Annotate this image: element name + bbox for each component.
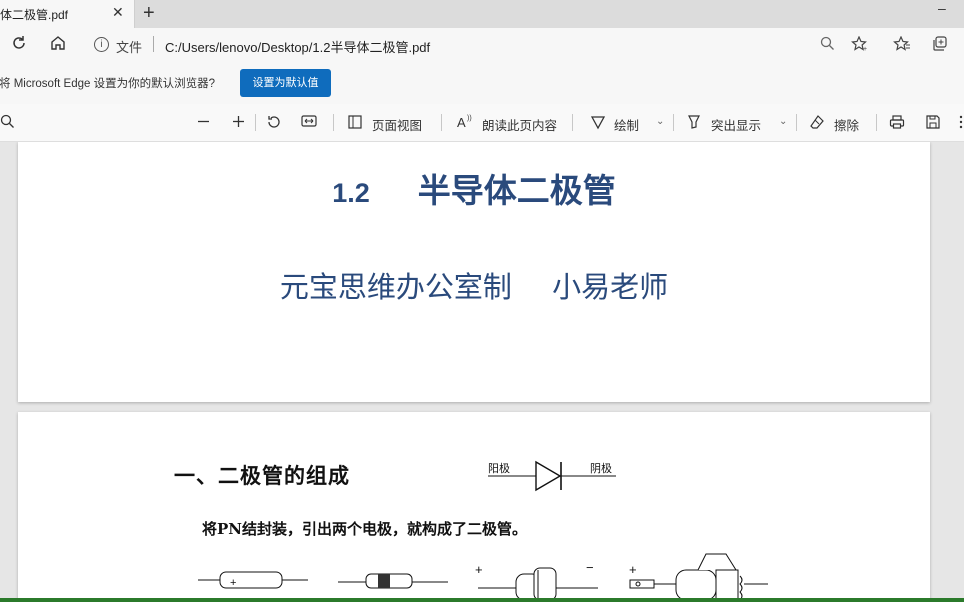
page-view-button[interactable]: 页面视图 [372, 115, 422, 134]
draw-button[interactable]: 绘制 [614, 115, 639, 134]
home-icon[interactable] [49, 34, 67, 57]
svg-text:+: + [863, 46, 867, 52]
draw-icon[interactable] [590, 114, 606, 133]
favorites-icon[interactable] [893, 35, 911, 55]
title-number: 1.2 [332, 178, 370, 208]
divider [153, 36, 154, 52]
diode-package-4 [629, 553, 768, 601]
divider [673, 114, 674, 131]
pdf-toolbar: 页面视图 A)) 朗读此页内容 绘制 ⌄ 突出显示 ⌄ 擦除 [0, 104, 964, 142]
save-icon[interactable] [925, 114, 941, 133]
close-icon[interactable]: ✕ [112, 4, 124, 21]
zoom-out-icon[interactable] [196, 114, 211, 132]
svg-text:A: A [457, 115, 466, 130]
svg-text:)): )) [467, 115, 472, 122]
page-view-icon[interactable] [347, 114, 363, 133]
zoom-in-icon[interactable] [231, 114, 246, 132]
pdf-viewer[interactable]: 1.2 半导体二极管 元宝思维办公室制 小易老师 一、二极管的组成 阳极 阴极 将… [0, 142, 964, 602]
divider [876, 114, 877, 131]
divider [796, 114, 797, 131]
more-icon[interactable] [958, 114, 964, 133]
file-label: 文件 [116, 40, 143, 55]
divider [441, 114, 442, 131]
diode-symbol [488, 460, 616, 492]
highlight-button[interactable]: 突出显示 [711, 115, 761, 134]
diode-package-1: + [198, 571, 308, 589]
page-subtitle: 元宝思维办公室制 小易老师 [279, 272, 669, 304]
taskbar-edge [0, 598, 964, 602]
read-aloud-icon[interactable]: A)) [456, 114, 474, 133]
pdf-page-1: 1.2 半导体二极管 元宝思维办公室制 小易老师 [18, 142, 930, 402]
chevron-down-icon[interactable]: ⌄ [779, 116, 787, 127]
diode-package-2 [338, 573, 448, 589]
erase-button[interactable]: 擦除 [834, 115, 859, 134]
default-browser-infobar: 将 Microsoft Edge 设置为你的默认浏览器? 设置为默认值 [0, 62, 964, 105]
search-icon[interactable] [0, 114, 15, 132]
infobar-message: 将 Microsoft Edge 设置为你的默认浏览器? [0, 78, 215, 90]
read-aloud-button[interactable]: 朗读此页内容 [482, 115, 557, 134]
divider [572, 114, 573, 131]
highlight-icon[interactable] [686, 114, 702, 133]
collections-icon[interactable] [932, 36, 948, 55]
new-tab-icon[interactable]: + [143, 2, 155, 25]
pdf-page-2: 一、二极管的组成 阳极 阴极 将PN结封装，引出两个电极，就构成了二极管。 + … [18, 412, 930, 602]
fit-icon[interactable] [301, 114, 317, 131]
set-default-button[interactable]: 设置为默认值 [240, 69, 331, 97]
print-icon[interactable] [889, 114, 905, 133]
svg-text:+: + [230, 577, 236, 589]
description-text: 将PN结封装，引出两个电极，就构成了二极管。 [202, 520, 527, 538]
title-text: 半导体二极管 [417, 172, 616, 209]
diode-package-3 [478, 567, 598, 600]
favorite-add-icon[interactable]: + [851, 35, 869, 55]
info-icon[interactable]: i [94, 37, 109, 52]
tab-strip: 体二极管.pdf ✕ + – [0, 0, 964, 28]
divider [255, 114, 256, 131]
zoom-icon[interactable] [820, 36, 835, 54]
tab-title: 体二极管.pdf [0, 8, 69, 22]
address-bar: i 文件 C:/Users/lenovo/Desktop/1.2半导体二极管.p… [0, 28, 964, 63]
eraser-icon[interactable] [809, 114, 825, 133]
page-title: 1.2 半导体二极管 [18, 164, 930, 212]
chevron-down-icon[interactable]: ⌄ [656, 116, 664, 127]
divider [333, 114, 334, 131]
active-tab[interactable]: 体二极管.pdf ✕ [0, 0, 135, 28]
rotate-icon[interactable] [266, 114, 282, 133]
refresh-icon[interactable] [10, 34, 28, 57]
section-heading: 一、二极管的组成 [174, 463, 350, 488]
url-field[interactable]: C:/Users/lenovo/Desktop/1.2半导体二极管.pdf [165, 37, 430, 56]
minimize-button[interactable]: – [938, 0, 946, 16]
